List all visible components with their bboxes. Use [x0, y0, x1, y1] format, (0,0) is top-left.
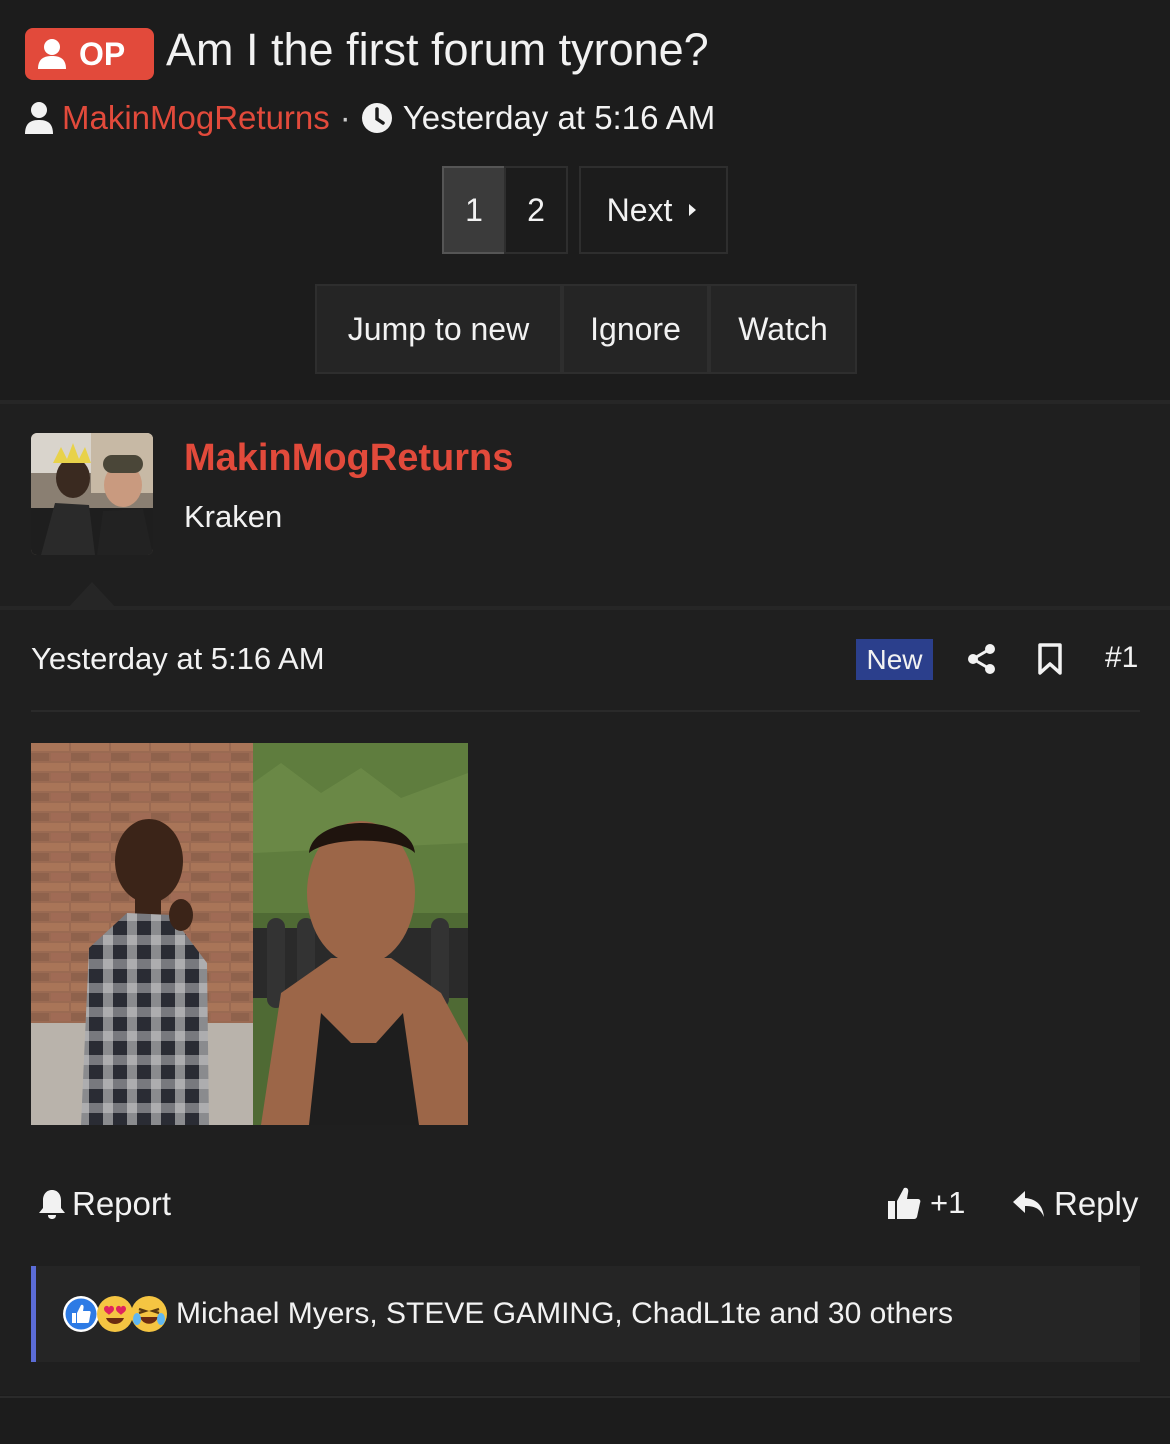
reaction-icons	[62, 1295, 168, 1333]
reply-label: Reply	[1054, 1185, 1139, 1222]
op-label: OP	[79, 35, 126, 72]
thread-actions: Jump to new Ignore Watch	[315, 284, 857, 374]
thumbs-up-icon	[888, 1187, 921, 1219]
bookmark-icon[interactable]	[1037, 642, 1063, 676]
reactions-text: Michael Myers, STEVE GAMING, ChadL1te an…	[176, 1297, 953, 1330]
post-image[interactable]	[31, 743, 468, 1125]
reply-icon	[1013, 1191, 1044, 1217]
user-card	[0, 404, 1170, 606]
page-2-button[interactable]: 2	[504, 166, 568, 254]
watch-button[interactable]: Watch	[709, 284, 857, 374]
haha-reaction-icon	[131, 1296, 167, 1332]
share-icon[interactable]	[966, 643, 998, 675]
post-username[interactable]: MakinMogReturns	[184, 437, 513, 480]
reactions-bar[interactable]: Michael Myers, STEVE GAMING, ChadL1te an…	[31, 1266, 1140, 1362]
page-number: 2	[527, 191, 545, 228]
next-post-divider	[0, 1396, 1170, 1444]
user-icon	[38, 39, 66, 69]
thread-time[interactable]: Yesterday at 5:16 AM	[403, 99, 716, 137]
reply-button[interactable]: Reply	[1012, 1185, 1138, 1223]
thread-author-link[interactable]: MakinMogReturns	[62, 99, 330, 137]
user-icon	[25, 102, 53, 134]
thread-meta: MakinMogReturns · Yesterday at 5:16 AM	[24, 98, 715, 138]
new-badge: New	[856, 639, 933, 680]
next-page-button[interactable]: Next	[579, 166, 728, 254]
report-label: Report	[72, 1185, 172, 1222]
thread-title: Am I the first forum tyrone?	[166, 24, 709, 75]
like-button[interactable]: +1	[886, 1185, 965, 1221]
op-badge: OP	[25, 28, 154, 80]
caret-right-icon	[689, 204, 697, 216]
clock-icon	[361, 103, 392, 133]
post-number-link[interactable]: #1	[1105, 641, 1138, 675]
user-card-pointer	[66, 582, 118, 610]
bell-icon	[39, 1190, 65, 1219]
like-reaction-icon	[63, 1296, 99, 1332]
avatar[interactable]	[31, 433, 153, 555]
meta-separator: ·	[339, 99, 351, 136]
user-title: Kraken	[184, 499, 283, 534]
jump-to-new-button[interactable]: Jump to new	[315, 284, 562, 374]
next-label: Next	[606, 191, 673, 228]
post-header-divider	[31, 710, 1140, 712]
report-button[interactable]: Report	[38, 1185, 171, 1223]
page-number: 1	[465, 191, 483, 228]
ignore-button[interactable]: Ignore	[562, 284, 709, 374]
page-1-button[interactable]: 1	[442, 166, 506, 254]
post-time[interactable]: Yesterday at 5:16 AM	[31, 641, 325, 677]
like-count: +1	[930, 1185, 966, 1220]
love-reaction-icon	[97, 1296, 133, 1332]
